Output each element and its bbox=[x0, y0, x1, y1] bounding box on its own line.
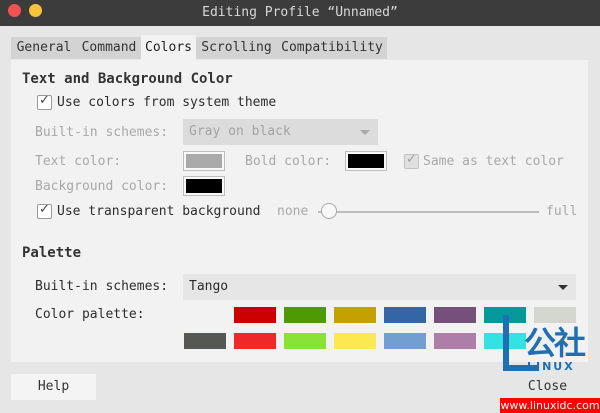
chevron-down-icon bbox=[360, 130, 370, 135]
text-builtin-schemes-value: Gray on black bbox=[189, 124, 291, 139]
close-button[interactable]: Close bbox=[507, 374, 588, 400]
palette-color-9[interactable] bbox=[234, 333, 276, 349]
color-palette-label: Color palette: bbox=[35, 307, 145, 322]
help-button[interactable]: Help bbox=[11, 374, 96, 400]
palette-color-3[interactable] bbox=[334, 307, 376, 323]
tab-colors[interactable]: Colors bbox=[141, 35, 196, 60]
transparent-bg-checkbox[interactable] bbox=[37, 202, 52, 219]
palette-color-12[interactable] bbox=[384, 333, 426, 349]
palette-color-1[interactable] bbox=[234, 307, 276, 323]
palette-color-4[interactable] bbox=[384, 307, 426, 323]
text-bg-heading: Text and Background Color bbox=[22, 71, 233, 87]
palette-builtin-label: Built-in schemes: bbox=[35, 279, 169, 294]
palette-color-10[interactable] bbox=[284, 333, 326, 349]
builtin-schemes-label: Built-in schemes: bbox=[35, 125, 169, 140]
title-bar: Editing Profile “Unnamed” bbox=[0, 0, 600, 26]
palette-heading: Palette bbox=[22, 245, 82, 261]
slider-min-label: none bbox=[277, 204, 309, 219]
bold-color-label: Bold color: bbox=[245, 154, 332, 169]
bold-color-button[interactable] bbox=[345, 151, 387, 171]
bold-color-swatch bbox=[348, 154, 384, 168]
use-system-colors-checkbox[interactable] bbox=[37, 93, 52, 110]
tab-command[interactable]: Command bbox=[77, 37, 141, 59]
text-color-label: Text color: bbox=[35, 154, 122, 169]
text-color-button[interactable] bbox=[183, 151, 225, 171]
same-as-text-checkbox[interactable] bbox=[404, 152, 419, 169]
transparency-slider-handle[interactable] bbox=[321, 203, 338, 219]
watermark-sub: LINUX bbox=[527, 360, 575, 373]
tab-general[interactable]: General bbox=[11, 37, 77, 59]
background-color-button[interactable] bbox=[183, 176, 225, 196]
palette-builtin-schemes-value: Tango bbox=[189, 279, 229, 294]
palette-color-0[interactable] bbox=[184, 307, 226, 323]
watermark-brand: 公社 bbox=[524, 324, 586, 362]
text-builtin-schemes-select[interactable]: Gray on black bbox=[183, 119, 378, 145]
background-color-label: Background color: bbox=[35, 179, 169, 194]
palette-color-13[interactable] bbox=[434, 333, 476, 349]
palette-builtin-schemes-select[interactable]: Tango bbox=[183, 274, 576, 300]
palette-color-2[interactable] bbox=[284, 307, 326, 323]
chevron-down-icon bbox=[558, 285, 568, 290]
text-color-swatch bbox=[186, 154, 222, 168]
background-color-swatch bbox=[186, 179, 222, 193]
tab-compatibility[interactable]: Compatibility bbox=[277, 37, 387, 59]
slider-max-label: full bbox=[546, 204, 578, 219]
window-title: Editing Profile “Unnamed” bbox=[202, 5, 398, 20]
transparent-bg-label: Use transparent background bbox=[57, 204, 261, 219]
same-as-text-label: Same as text color bbox=[423, 154, 564, 169]
palette-color-11[interactable] bbox=[334, 333, 376, 349]
palette-color-8[interactable] bbox=[184, 333, 226, 349]
palette-color-5[interactable] bbox=[434, 307, 476, 323]
watermark-url: www.linuxidc.com bbox=[500, 398, 600, 413]
use-system-colors-label: Use colors from system theme bbox=[57, 95, 277, 110]
transparency-slider-track[interactable] bbox=[318, 211, 539, 213]
tab-scrolling[interactable]: Scrolling bbox=[196, 37, 277, 59]
